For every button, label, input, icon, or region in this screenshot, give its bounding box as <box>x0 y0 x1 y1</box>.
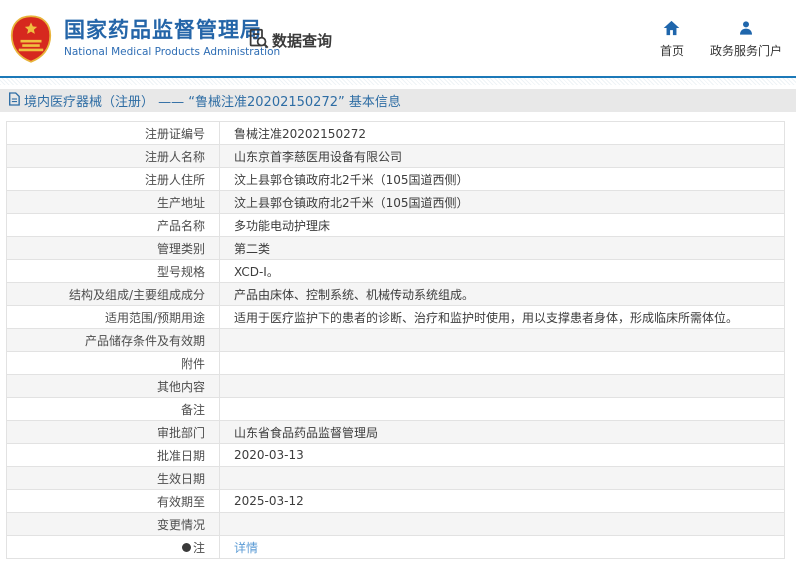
row-value: 多功能电动护理床 <box>219 213 785 237</box>
row-value <box>219 351 785 375</box>
table-row: 生效日期 <box>6 466 785 490</box>
table-row: 批准日期 2020-03-13 <box>6 443 785 467</box>
table-row: 产品储存条件及有效期 <box>6 328 785 352</box>
row-label: 生效日期 <box>6 466 220 490</box>
row-value: XCD-I。 <box>219 259 785 283</box>
table-row: 注册证编号 鲁械注准20202150272 <box>6 121 785 145</box>
row-value <box>219 328 785 352</box>
nav-home[interactable]: 首页 <box>660 20 684 59</box>
table-row: 结构及组成/主要组成成分 产品由床体、控制系统、机械传动系统组成。 <box>6 282 785 306</box>
row-value: 产品由床体、控制系统、机械传动系统组成。 <box>219 282 785 306</box>
row-value <box>219 466 785 490</box>
row-value: 汶上县郭仓镇政府北2千米（105国道西侧） <box>219 190 785 214</box>
table-row: 注册人住所 汶上县郭仓镇政府北2千米（105国道西侧） <box>6 167 785 191</box>
table-row: 其他内容 <box>6 374 785 398</box>
row-label: 有效期至 <box>6 489 220 513</box>
note-icon <box>181 542 191 552</box>
row-label: 结构及组成/主要组成成分 <box>6 282 220 306</box>
nav-home-label: 首页 <box>659 44 684 58</box>
row-label: 注册人名称 <box>6 144 220 168</box>
row-label: 审批部门 <box>6 420 220 444</box>
row-label: 生产地址 <box>6 190 220 214</box>
nav-portal[interactable]: 政务服务门户 <box>710 20 782 59</box>
row-value: 详情 <box>219 535 785 559</box>
row-label: 产品储存条件及有效期 <box>6 328 220 352</box>
data-query-label: 数据查询 <box>272 32 333 50</box>
table-row: 注详情 <box>6 535 785 559</box>
row-value: 适用于医疗监护下的患者的诊断、治疗和监护时使用，用以支撑患者身体，形成临床所需体… <box>219 305 785 329</box>
row-label: 产品名称 <box>6 213 220 237</box>
row-label: 型号规格 <box>6 259 220 283</box>
row-label: 其他内容 <box>6 374 220 398</box>
table-row: 变更情况 <box>6 512 785 536</box>
row-value: 2020-03-13 <box>219 443 785 467</box>
nav-portal-label: 政务服务门户 <box>709 44 782 58</box>
table-row: 生产地址 汶上县郭仓镇政府北2千米（105国道西侧） <box>6 190 785 214</box>
row-label: 批准日期 <box>6 443 220 467</box>
table-row: 适用范围/预期用途 适用于医疗监护下的患者的诊断、治疗和监护时使用，用以支撑患者身… <box>6 305 785 329</box>
breadcrumb-text: 境内医疗器械（注册） —— “鲁械注准20202150272” 基本信息 <box>24 95 401 110</box>
row-label: 注册证编号 <box>6 121 220 145</box>
registration-info-table: 注册证编号 鲁械注准20202150272 注册人名称 山东京首李慈医用设备有限公司注… <box>6 121 785 559</box>
row-value <box>219 512 785 536</box>
row-value <box>219 374 785 398</box>
table-row: 审批部门 山东省食品药品监督管理局 <box>6 420 785 444</box>
table-row: 备注 <box>6 397 785 421</box>
registration-info-table-wrap: 注册证编号 鲁械注准20202150272 注册人名称 山东京首李慈医用设备有限公司注… <box>6 121 790 559</box>
row-value: 第二类 <box>219 236 785 260</box>
row-value: 山东京首李慈医用设备有限公司 <box>219 144 785 168</box>
row-label: 备注 <box>6 397 220 421</box>
breadcrumb: 境内医疗器械（注册） —— “鲁械注准20202150272” 基本信息 <box>0 89 796 112</box>
row-value: 山东省食品药品监督管理局 <box>219 420 785 444</box>
row-value: 汶上县郭仓镇政府北2千米（105国道西侧） <box>219 167 785 191</box>
data-query-icon <box>248 28 269 53</box>
header-stripe-band <box>0 78 796 85</box>
table-row: 有效期至 2025-03-12 <box>6 489 785 513</box>
table-row: 型号规格 XCD-I。 <box>6 259 785 283</box>
row-label: 注册人住所 <box>6 167 220 191</box>
row-label: 管理类别 <box>6 236 220 260</box>
document-icon <box>8 91 20 110</box>
site-header: 国家药品监督管理局 National Medical Products Admi… <box>0 0 796 78</box>
table-row: 产品名称 多功能电动护理床 <box>6 213 785 237</box>
home-icon <box>663 20 680 39</box>
row-label: 注 <box>6 535 220 559</box>
table-row: 注册人名称 山东京首李慈医用设备有限公司 <box>6 144 785 168</box>
row-value: 2025-03-12 <box>219 489 785 513</box>
table-row: 管理类别 第二类 <box>6 236 785 260</box>
details-link[interactable]: 详情 <box>234 541 258 555</box>
table-row: 附件 <box>6 351 785 375</box>
brand[interactable]: 国家药品监督管理局 National Medical Products Admi… <box>10 15 280 63</box>
row-label: 附件 <box>6 351 220 375</box>
data-query-tab[interactable]: 数据查询 <box>248 28 332 53</box>
page: 国家药品监督管理局 National Medical Products Admi… <box>0 0 796 559</box>
row-label: 变更情况 <box>6 512 220 536</box>
user-icon <box>738 20 754 39</box>
header-nav: 首页 政务服务门户 <box>660 20 782 59</box>
national-emblem-logo <box>10 15 52 63</box>
row-label: 适用范围/预期用途 <box>6 305 220 329</box>
row-value <box>219 397 785 421</box>
row-value: 鲁械注准20202150272 <box>219 121 785 145</box>
